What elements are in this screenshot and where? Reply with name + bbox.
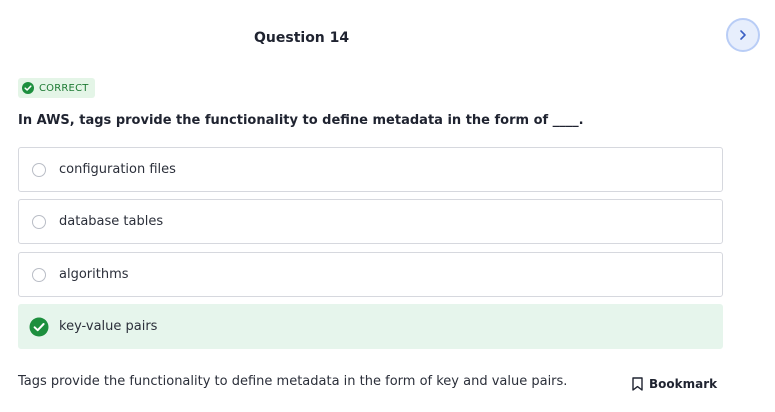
status-badge: CORRECT: [18, 78, 95, 98]
answer-option-label: database tables: [59, 214, 164, 229]
radio-button[interactable]: [32, 162, 46, 177]
bookmark-icon: [632, 377, 643, 391]
explanation-text: Tags provide the functionality to define…: [18, 374, 568, 389]
radio-button[interactable]: [32, 214, 46, 229]
bookmark-label: Bookmark: [649, 377, 718, 391]
answer-option-label: algorithms: [59, 267, 129, 282]
question-text: In AWS, tags provide the functionality t…: [18, 113, 584, 128]
question-title: Question 14: [254, 30, 350, 46]
answer-option[interactable]: configuration files: [18, 147, 723, 192]
answer-option-correct[interactable]: key-value pairs: [18, 304, 723, 349]
next-question-button[interactable]: [726, 18, 760, 52]
chevron-right-icon: [740, 30, 746, 40]
status-label: CORRECT: [39, 82, 89, 94]
check-circle-icon: [22, 82, 34, 94]
answer-option-label: configuration files: [59, 162, 176, 177]
answer-option[interactable]: algorithms: [18, 252, 723, 297]
bookmark-button[interactable]: Bookmark: [632, 377, 717, 391]
answer-option[interactable]: database tables: [18, 199, 723, 244]
check-circle-icon: [29, 317, 49, 336]
answer-option-label: key-value pairs: [59, 319, 158, 334]
radio-button[interactable]: [32, 267, 46, 282]
